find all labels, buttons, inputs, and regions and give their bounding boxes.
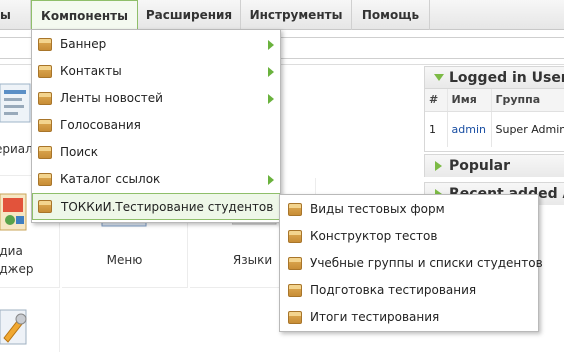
user-link[interactable]: admin: [447, 111, 492, 147]
package-icon: [38, 146, 52, 159]
collapse-arrow-icon: [434, 74, 444, 81]
cell-group: Super Admin: [491, 111, 564, 147]
media-manager-icon: [0, 190, 28, 236]
package-icon: [288, 257, 302, 270]
package-icon: [38, 38, 52, 51]
submenu-item-label: Подготовка тестирования: [310, 283, 477, 297]
menu-item-label: Контакты: [60, 64, 122, 78]
menu-help[interactable]: Помощь: [352, 0, 430, 30]
menu-item-contacts[interactable]: Контакты: [32, 58, 280, 85]
submenu-item-test-preparation[interactable]: Подготовка тестирования: [280, 277, 538, 304]
popular-panel: Popular: [424, 154, 564, 177]
menu-item-label: Ленты новостей: [60, 91, 163, 105]
menu-tools[interactable]: Инструменты: [241, 0, 352, 30]
menu-item-label: Каталог ссылок: [60, 172, 161, 186]
submenu-item-test-results[interactable]: Итоги тестирования: [280, 304, 538, 331]
popular-title: Popular: [449, 158, 511, 174]
tile-tools[interactable]: [0, 290, 60, 352]
submenu-item-label: Виды тестовых форм: [310, 202, 445, 216]
package-icon: [38, 65, 52, 78]
menu-extensions[interactable]: Расширения: [138, 0, 241, 30]
expand-arrow-icon: [435, 161, 442, 171]
package-icon: [288, 230, 302, 243]
menu-site[interactable]: ы: [0, 0, 31, 30]
submenu-arrow-icon: [268, 40, 274, 50]
package-icon: [38, 173, 52, 186]
menu-item-label: Голосования: [60, 118, 141, 132]
submenu-item-test-forms[interactable]: Виды тестовых форм: [280, 196, 538, 223]
menu-item-banner[interactable]: Баннер: [32, 31, 280, 58]
submenu-item-label: Конструктор тестов: [310, 229, 438, 243]
logged-users-table: # Имя Группа 1 admin Super Admin: [425, 89, 564, 147]
menu-item-polls[interactable]: Голосования: [32, 112, 280, 139]
menu-item-label: ТОККиИ.Тестирование студентов: [61, 200, 274, 214]
cell-num: 1: [425, 111, 448, 147]
package-icon: [38, 119, 52, 132]
col-group: Группа: [491, 89, 564, 112]
menu-item-label: Поиск: [60, 145, 99, 159]
menu-item-search[interactable]: Поиск: [32, 139, 280, 166]
menu-bar: ы Компоненты Расширения Инструменты Помо…: [0, 0, 564, 31]
submenu-item-label: Итоги тестирования: [310, 310, 440, 324]
table-row: 1 admin Super Admin: [425, 111, 564, 147]
package-icon: [38, 92, 52, 105]
package-icon: [288, 284, 302, 297]
menu-components[interactable]: Компоненты: [31, 0, 138, 31]
submenu-item-test-builder[interactable]: Конструктор тестов: [280, 223, 538, 250]
package-icon: [288, 203, 302, 216]
menu-item-student-testing[interactable]: ТОККиИ.Тестирование студентов: [32, 193, 280, 220]
tile-menu-label: Меню: [106, 253, 143, 267]
menu-item-newsfeeds[interactable]: Ленты новостей: [32, 85, 280, 112]
categories-icon: [0, 80, 34, 126]
submenu-arrow-icon: [268, 175, 274, 185]
package-icon: [38, 200, 52, 213]
submenu-arrow-icon: [268, 94, 274, 104]
col-name: Имя: [447, 89, 492, 112]
student-testing-submenu: Виды тестовых форм Конструктор тестов Уч…: [279, 194, 543, 332]
package-icon: [288, 311, 302, 324]
menu-item-weblinks[interactable]: Каталог ссылок: [32, 166, 280, 193]
submenu-arrow-icon: [268, 67, 274, 77]
logged-users-panel: Logged in Users # Имя Группа 1 admin Sup…: [424, 66, 564, 152]
wrench-icon: [0, 308, 32, 348]
tile-media-label-1: едиа: [0, 244, 23, 258]
submenu-item-label: Учебные группы и списки студентов: [310, 256, 543, 270]
components-dropdown: Баннер Контакты Ленты новостей Голосован…: [31, 29, 281, 223]
col-num: #: [425, 89, 448, 112]
logged-users-header[interactable]: Logged in Users: [425, 67, 564, 89]
logged-users-title: Logged in Users: [449, 70, 564, 86]
menu-item-label: Баннер: [60, 37, 107, 51]
submenu-item-study-groups[interactable]: Учебные группы и списки студентов: [280, 250, 543, 277]
tile-media-label-2: еджер: [0, 262, 34, 276]
popular-header[interactable]: Popular: [425, 155, 564, 177]
